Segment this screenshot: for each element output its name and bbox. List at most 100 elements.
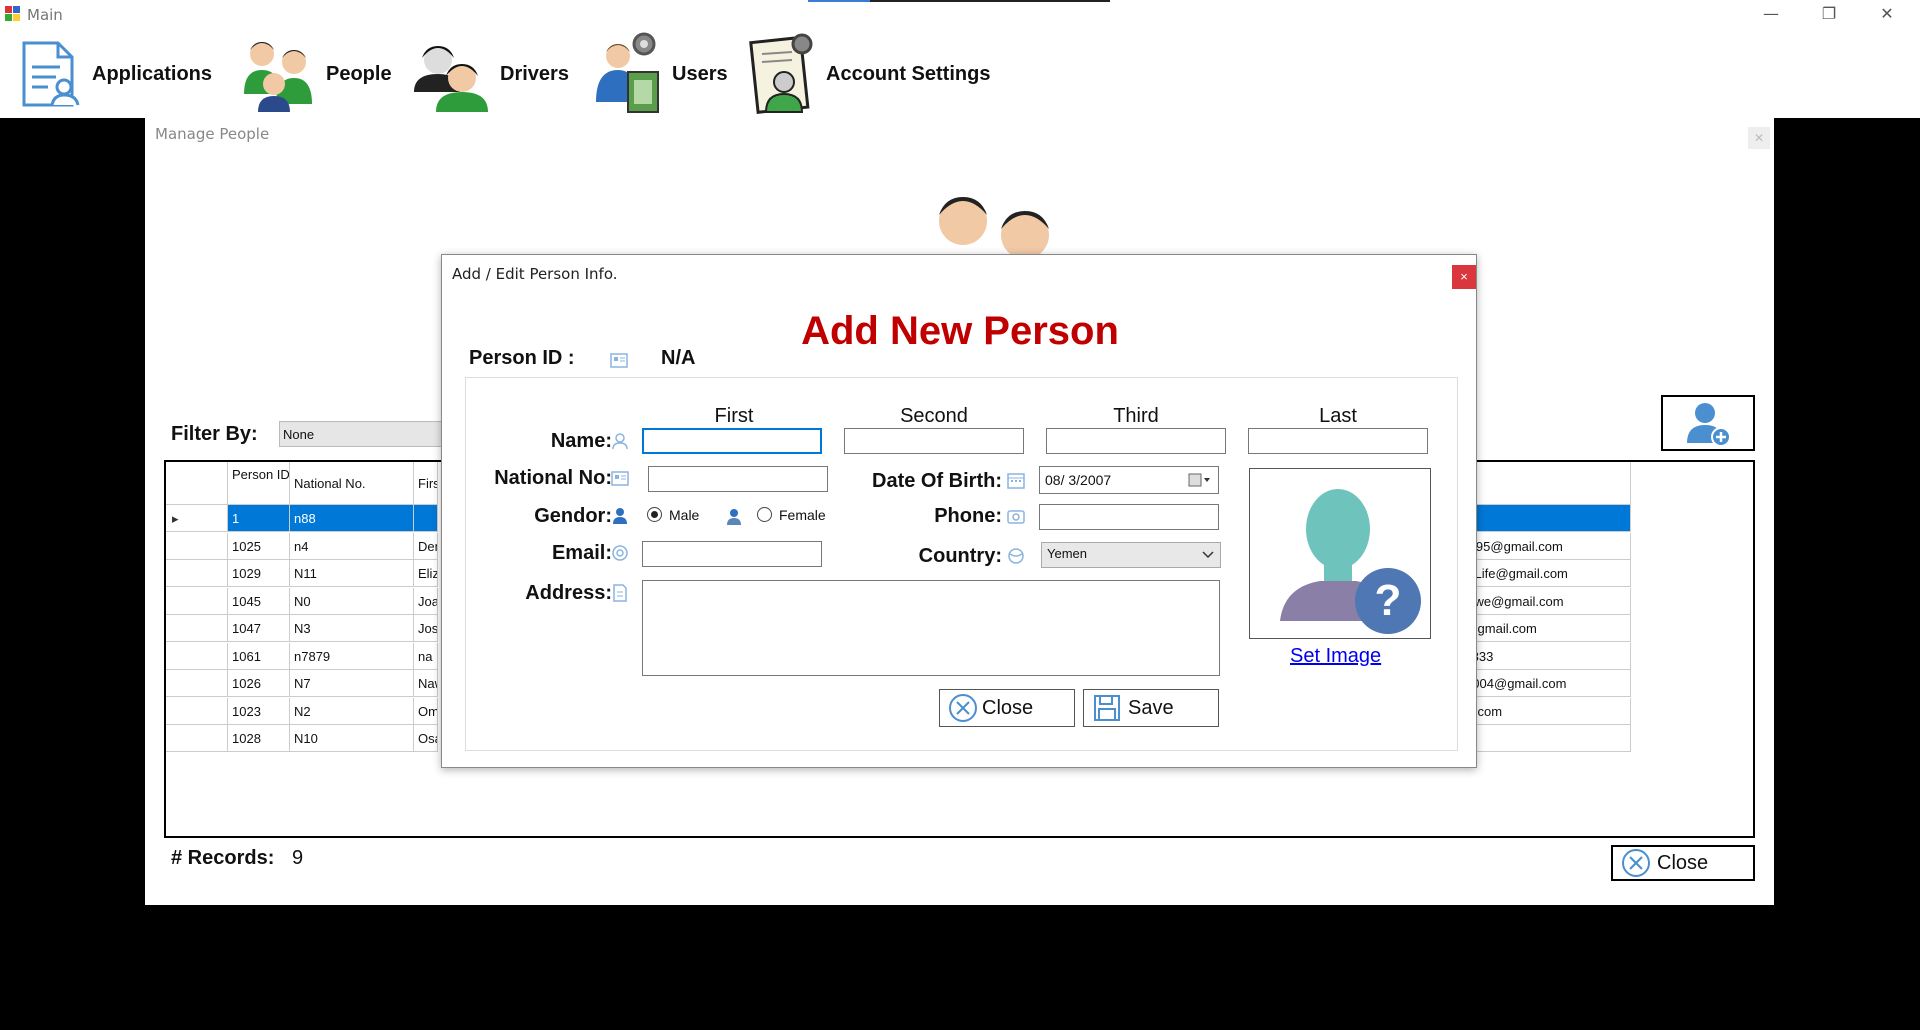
row-header[interactable] [166, 560, 228, 587]
restore-button[interactable]: ❐ [1800, 0, 1858, 30]
save-button[interactable]: Save [1083, 689, 1219, 727]
row-header[interactable] [166, 670, 228, 697]
last-name-input[interactable] [1248, 428, 1428, 454]
country-value: Yemen [1047, 546, 1087, 561]
cell-national-no[interactable]: N7 [290, 670, 414, 697]
cell-first-name[interactable]: Eliz [414, 560, 438, 587]
cell-person-id[interactable]: 1045 [228, 587, 290, 615]
male-radio[interactable] [647, 507, 662, 522]
cell-person-id[interactable]: 1025 [228, 532, 290, 560]
close-circle-icon [1622, 849, 1650, 877]
row-header[interactable] [166, 532, 228, 560]
cell-national-no[interactable]: N3 [290, 615, 414, 642]
table-row[interactable]: 1023N2Oma [166, 697, 438, 725]
menu-drivers[interactable]: Drivers [412, 30, 569, 118]
cell-national-no[interactable]: n88 [290, 505, 414, 532]
row-header[interactable] [166, 615, 228, 642]
female-radio[interactable] [757, 507, 772, 522]
cell-first-name[interactable] [414, 505, 438, 532]
cell-person-id[interactable]: 1023 [228, 697, 290, 725]
table-row[interactable]: ▸ 1 n88 [166, 505, 438, 532]
col-person-id[interactable]: Person ID [228, 462, 290, 505]
chevron-down-icon [1202, 551, 1214, 559]
add-person-button[interactable] [1661, 395, 1755, 451]
dialog-heading: Add New Person [801, 309, 1119, 353]
cell-first-name[interactable]: Joa [414, 587, 438, 615]
second-name-input[interactable] [844, 428, 1024, 454]
email-input[interactable] [642, 541, 822, 567]
person-id-value: N/A [661, 347, 696, 369]
at-sign-icon [612, 545, 628, 561]
add-person-icon [1687, 403, 1731, 447]
country-label: Country: [918, 545, 1002, 567]
col-national-no[interactable]: National No. [290, 462, 414, 505]
account-settings-icon [749, 33, 813, 114]
dialog-close-label: Close [982, 696, 1034, 719]
row-header[interactable] [166, 697, 228, 725]
date-of-birth-picker[interactable]: 08/ 3/2007 [1039, 466, 1219, 494]
table-row[interactable]: 1025n4Den [166, 532, 438, 560]
cell-national-no[interactable]: N10 [290, 725, 414, 752]
dialog-close-icon[interactable]: × [1452, 265, 1476, 289]
address-textarea[interactable] [642, 580, 1220, 676]
table-row[interactable]: 1029 N11 Eliz [166, 560, 438, 587]
svg-text:?: ? [1375, 576, 1402, 625]
id-card-icon [611, 471, 629, 486]
table-row[interactable]: 1026N7Naw [166, 670, 438, 697]
table-row[interactable]: 1061 n7879 na [166, 642, 438, 670]
cell-first-name[interactable]: Osa [414, 725, 438, 752]
name-label: Name: [550, 430, 612, 452]
person-id-label: Person ID : [469, 347, 575, 369]
cell-person-id[interactable]: 1026 [228, 670, 290, 697]
row-header[interactable] [166, 725, 228, 752]
minimize-button[interactable]: — [1742, 0, 1800, 30]
manage-people-close-icon[interactable]: ✕ [1748, 127, 1770, 149]
window-close-button[interactable]: ✕ [1858, 0, 1916, 30]
cell-national-no[interactable]: n4 [290, 532, 414, 560]
cell-person-id[interactable]: 1028 [228, 725, 290, 752]
phone-input[interactable] [1039, 504, 1219, 530]
cell-first-name[interactable]: Den [414, 532, 438, 560]
cell-first-name[interactable]: na [414, 642, 438, 670]
cell-person-id[interactable]: 1 [228, 505, 290, 532]
row-header[interactable]: ▸ [166, 505, 228, 532]
cell-national-no[interactable]: N2 [290, 697, 414, 725]
person-placeholder-icon: ? [1280, 489, 1421, 634]
col-first-name[interactable]: Firs [414, 462, 438, 505]
third-name-input[interactable] [1046, 428, 1226, 454]
menu-people[interactable]: People [240, 30, 392, 118]
manage-people-close-button[interactable]: Close [1611, 845, 1755, 881]
manage-people-title: Manage People [155, 125, 270, 143]
table-row[interactable]: 1045 N0 Joa [166, 587, 438, 615]
cell-person-id[interactable]: 1047 [228, 615, 290, 642]
row-header[interactable] [166, 642, 228, 670]
filter-by-select[interactable]: None [279, 421, 459, 447]
cell-first-name[interactable]: Josl [414, 615, 438, 642]
table-row[interactable]: 1047N3Josl [166, 615, 438, 642]
first-name-header: First [714, 405, 754, 427]
cell-national-no[interactable]: N0 [290, 587, 414, 615]
national-no-input[interactable] [648, 466, 828, 492]
globe-icon [1008, 548, 1024, 564]
menu-users[interactable]: Users [594, 30, 728, 118]
first-name-input[interactable] [642, 428, 822, 454]
dialog-close-button[interactable]: Close [939, 689, 1075, 727]
title-accent [808, 0, 1110, 2]
calendar-dropdown-icon[interactable] [1188, 472, 1212, 488]
menu-account-settings[interactable]: Account Settings [748, 30, 990, 118]
row-header[interactable] [166, 587, 228, 615]
menu-applications[interactable]: Applications [18, 30, 212, 118]
set-image-link[interactable]: Set Image [1290, 645, 1381, 668]
cell-national-no[interactable]: n7879 [290, 642, 414, 670]
grid-header: Person ID National No. Firs [166, 462, 438, 505]
cell-person-id[interactable]: 1029 [228, 560, 290, 587]
female-label: Female [779, 507, 826, 523]
cell-first-name[interactable]: Naw [414, 670, 438, 697]
cell-first-name[interactable]: Oma [414, 697, 438, 725]
filter-by-label: Filter By: [171, 423, 258, 445]
person-icon [612, 433, 628, 450]
country-select[interactable]: Yemen [1041, 542, 1221, 568]
cell-person-id[interactable]: 1061 [228, 642, 290, 670]
cell-national-no[interactable]: N11 [290, 560, 414, 587]
table-row[interactable]: 1028N10Osa [166, 725, 438, 752]
